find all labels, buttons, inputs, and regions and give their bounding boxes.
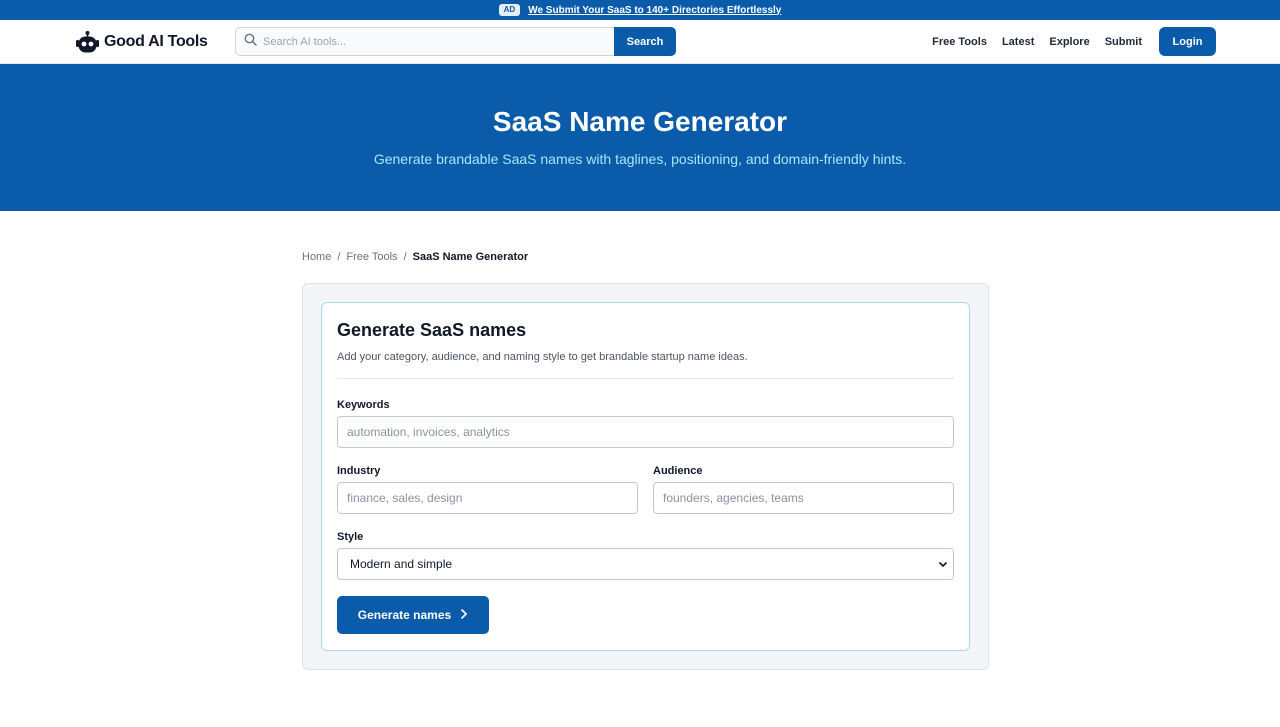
- form-divider: [337, 378, 954, 379]
- promo-link[interactable]: We Submit Your SaaS to 140+ Directories …: [528, 5, 781, 16]
- chevron-right-icon: [459, 608, 468, 623]
- audience-input[interactable]: [653, 482, 954, 514]
- nav-link-submit[interactable]: Submit: [1105, 36, 1142, 48]
- chevron-down-icon: [937, 558, 949, 570]
- style-select[interactable]: Modern and simple: [337, 548, 954, 580]
- search-bar: Search: [235, 27, 676, 56]
- breadcrumb-separator: /: [403, 251, 407, 263]
- style-select-value: Modern and simple: [350, 557, 453, 571]
- nav-link-latest[interactable]: Latest: [1002, 36, 1034, 48]
- breadcrumb-current: SaaS Name Generator: [412, 251, 529, 263]
- page-subtitle: Generate brandable SaaS names with tagli…: [373, 151, 907, 167]
- keywords-input[interactable]: [337, 416, 954, 448]
- nav-link-explore[interactable]: Explore: [1049, 36, 1089, 48]
- robot-logo-icon: [75, 30, 100, 54]
- main-navbar: Good AI Tools Search Free Tools Latest E…: [0, 20, 1280, 64]
- search-icon: [244, 33, 257, 51]
- hero-banner: SaaS Name Generator Generate brandable S…: [0, 64, 1280, 211]
- generator-form: Generate SaaS names Add your category, a…: [321, 302, 970, 651]
- breadcrumb-free-tools[interactable]: Free Tools: [346, 251, 397, 263]
- search-input[interactable]: [263, 35, 614, 48]
- industry-input[interactable]: [337, 482, 638, 514]
- generate-names-label: Generate names: [357, 608, 452, 622]
- industry-audience-row: Industry Audience: [337, 465, 954, 514]
- audience-group: Audience: [653, 465, 954, 514]
- logo-text: Good AI Tools: [104, 33, 208, 50]
- industry-label: Industry: [337, 465, 381, 477]
- style-group: Style Modern and simple: [337, 531, 954, 580]
- breadcrumb-separator: /: [337, 251, 341, 263]
- nav-link-free-tools[interactable]: Free Tools: [932, 36, 987, 48]
- login-button[interactable]: Login: [1159, 27, 1216, 56]
- keywords-label: Keywords: [337, 399, 390, 411]
- breadcrumb: Home / Free Tools / SaaS Name Generator: [302, 251, 528, 263]
- audience-label: Audience: [653, 465, 703, 477]
- ad-badge: AD: [498, 4, 521, 16]
- form-title: Generate SaaS names: [337, 320, 527, 340]
- form-description: Add your category, audience, and naming …: [337, 351, 748, 363]
- generator-panel: Generate SaaS names Add your category, a…: [302, 283, 989, 670]
- announcement-bar: AD We Submit Your SaaS to 140+ Directori…: [0, 0, 1280, 20]
- page-title: SaaS Name Generator: [492, 106, 788, 137]
- industry-group: Industry: [337, 465, 638, 514]
- style-label: Style: [337, 531, 364, 543]
- site-logo[interactable]: Good AI Tools: [75, 30, 208, 54]
- keywords-group: Keywords: [337, 399, 954, 448]
- generate-names-button[interactable]: Generate names: [337, 596, 489, 634]
- breadcrumb-home[interactable]: Home: [302, 251, 331, 263]
- search-field[interactable]: [235, 27, 614, 56]
- search-button[interactable]: Search: [614, 27, 676, 56]
- nav-menu: Free Tools Latest Explore Submit Login: [932, 27, 1216, 56]
